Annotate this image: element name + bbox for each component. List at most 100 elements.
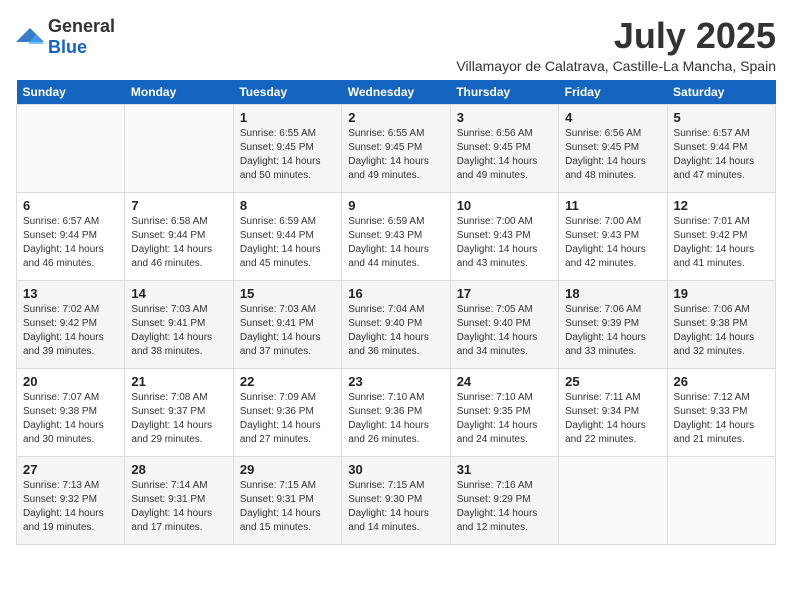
- day-cell: 5 Sunrise: 6:57 AMSunset: 9:44 PMDaylight…: [667, 104, 775, 192]
- day-number: 5: [674, 110, 769, 125]
- calendar-header: Sunday Monday Tuesday Wednesday Thursday…: [17, 80, 776, 105]
- header-row: Sunday Monday Tuesday Wednesday Thursday…: [17, 80, 776, 105]
- day-info: Sunrise: 7:04 AMSunset: 9:40 PMDaylight:…: [348, 303, 443, 359]
- day-number: 11: [565, 198, 660, 213]
- logo-blue: Blue: [48, 37, 87, 57]
- day-number: 23: [348, 374, 443, 389]
- day-number: 29: [240, 462, 335, 477]
- day-cell: 7 Sunrise: 6:58 AMSunset: 9:44 PMDaylight…: [125, 192, 233, 280]
- week-row-4: 20 Sunrise: 7:07 AMSunset: 9:38 PMDayligh…: [17, 368, 776, 456]
- day-info: Sunrise: 7:15 AMSunset: 9:31 PMDaylight:…: [240, 479, 335, 535]
- day-number: 19: [674, 286, 769, 301]
- page-header: General Blue July 2025 Villamayor de Cal…: [16, 16, 776, 74]
- day-cell: 4 Sunrise: 6:56 AMSunset: 9:45 PMDaylight…: [559, 104, 667, 192]
- day-cell: 9 Sunrise: 6:59 AMSunset: 9:43 PMDaylight…: [342, 192, 450, 280]
- day-number: 4: [565, 110, 660, 125]
- day-info: Sunrise: 6:56 AMSunset: 9:45 PMDaylight:…: [457, 127, 552, 183]
- logo: General Blue: [16, 16, 115, 58]
- logo-icon: [16, 26, 44, 48]
- day-number: 21: [131, 374, 226, 389]
- day-info: Sunrise: 7:09 AMSunset: 9:36 PMDaylight:…: [240, 391, 335, 447]
- day-info: Sunrise: 7:15 AMSunset: 9:30 PMDaylight:…: [348, 479, 443, 535]
- day-cell: 14 Sunrise: 7:03 AMSunset: 9:41 PMDayligh…: [125, 280, 233, 368]
- day-info: Sunrise: 7:07 AMSunset: 9:38 PMDaylight:…: [23, 391, 118, 447]
- day-number: 10: [457, 198, 552, 213]
- day-cell: [667, 456, 775, 544]
- day-cell: 20 Sunrise: 7:07 AMSunset: 9:38 PMDayligh…: [17, 368, 125, 456]
- day-cell: 8 Sunrise: 6:59 AMSunset: 9:44 PMDaylight…: [233, 192, 341, 280]
- day-number: 22: [240, 374, 335, 389]
- day-info: Sunrise: 6:58 AMSunset: 9:44 PMDaylight:…: [131, 215, 226, 271]
- day-number: 31: [457, 462, 552, 477]
- day-info: Sunrise: 6:56 AMSunset: 9:45 PMDaylight:…: [565, 127, 660, 183]
- day-info: Sunrise: 7:03 AMSunset: 9:41 PMDaylight:…: [131, 303, 226, 359]
- week-row-2: 6Sunrise: 6:57 AMSunset: 9:44 PMDaylight…: [17, 192, 776, 280]
- day-cell: [125, 104, 233, 192]
- logo-text: General Blue: [48, 16, 115, 58]
- day-info: Sunrise: 7:01 AMSunset: 9:42 PMDaylight:…: [674, 215, 769, 271]
- day-cell: 1 Sunrise: 6:55 AMSunset: 9:45 PMDaylight…: [233, 104, 341, 192]
- header-monday: Monday: [125, 80, 233, 105]
- day-cell: 31 Sunrise: 7:16 AMSunset: 9:29 PMDayligh…: [450, 456, 558, 544]
- day-number: 12: [674, 198, 769, 213]
- day-cell: 19Sunrise: 7:06 AMSunset: 9:38 PMDayligh…: [667, 280, 775, 368]
- day-cell: 13 Sunrise: 7:02 AMSunset: 9:42 PMDayligh…: [17, 280, 125, 368]
- day-number: 24: [457, 374, 552, 389]
- week-row-5: 27 Sunrise: 7:13 AMSunset: 9:32 PMDayligh…: [17, 456, 776, 544]
- day-cell: 30Sunrise: 7:15 AMSunset: 9:30 PMDayligh…: [342, 456, 450, 544]
- day-info: Sunrise: 7:13 AMSunset: 9:32 PMDaylight:…: [23, 479, 118, 535]
- header-thursday: Thursday: [450, 80, 558, 105]
- day-cell: 6Sunrise: 6:57 AMSunset: 9:44 PMDaylight…: [17, 192, 125, 280]
- day-cell: [559, 456, 667, 544]
- day-cell: 17Sunrise: 7:05 AMSunset: 9:40 PMDayligh…: [450, 280, 558, 368]
- day-info: Sunrise: 7:16 AMSunset: 9:29 PMDaylight:…: [457, 479, 552, 535]
- day-number: 27: [23, 462, 118, 477]
- day-number: 25: [565, 374, 660, 389]
- day-number: 13: [23, 286, 118, 301]
- day-number: 9: [348, 198, 443, 213]
- header-saturday: Saturday: [667, 80, 775, 105]
- day-number: 26: [674, 374, 769, 389]
- day-number: 3: [457, 110, 552, 125]
- day-number: 2: [348, 110, 443, 125]
- day-info: Sunrise: 7:12 AMSunset: 9:33 PMDaylight:…: [674, 391, 769, 447]
- logo-general: General: [48, 16, 115, 36]
- calendar-body: 1 Sunrise: 6:55 AMSunset: 9:45 PMDaylight…: [17, 104, 776, 544]
- day-cell: 16Sunrise: 7:04 AMSunset: 9:40 PMDayligh…: [342, 280, 450, 368]
- day-info: Sunrise: 7:14 AMSunset: 9:31 PMDaylight:…: [131, 479, 226, 535]
- day-number: 7: [131, 198, 226, 213]
- day-number: 8: [240, 198, 335, 213]
- header-tuesday: Tuesday: [233, 80, 341, 105]
- day-info: Sunrise: 7:05 AMSunset: 9:40 PMDaylight:…: [457, 303, 552, 359]
- day-number: 14: [131, 286, 226, 301]
- day-info: Sunrise: 7:10 AMSunset: 9:36 PMDaylight:…: [348, 391, 443, 447]
- day-cell: 2 Sunrise: 6:55 AMSunset: 9:45 PMDaylight…: [342, 104, 450, 192]
- day-info: Sunrise: 6:57 AMSunset: 9:44 PMDaylight:…: [674, 127, 769, 183]
- day-cell: 27 Sunrise: 7:13 AMSunset: 9:32 PMDayligh…: [17, 456, 125, 544]
- day-info: Sunrise: 7:00 AMSunset: 9:43 PMDaylight:…: [457, 215, 552, 271]
- day-info: Sunrise: 7:02 AMSunset: 9:42 PMDaylight:…: [23, 303, 118, 359]
- day-number: 28: [131, 462, 226, 477]
- day-cell: 24Sunrise: 7:10 AMSunset: 9:35 PMDayligh…: [450, 368, 558, 456]
- month-title: July 2025: [456, 16, 776, 56]
- day-info: Sunrise: 6:55 AMSunset: 9:45 PMDaylight:…: [240, 127, 335, 183]
- day-info: Sunrise: 6:57 AMSunset: 9:44 PMDaylight:…: [23, 215, 118, 271]
- day-info: Sunrise: 6:59 AMSunset: 9:44 PMDaylight:…: [240, 215, 335, 271]
- week-row-1: 1 Sunrise: 6:55 AMSunset: 9:45 PMDaylight…: [17, 104, 776, 192]
- location-title: Villamayor de Calatrava, Castille-La Man…: [456, 58, 776, 74]
- day-cell: 28 Sunrise: 7:14 AMSunset: 9:31 PMDayligh…: [125, 456, 233, 544]
- day-info: Sunrise: 7:03 AMSunset: 9:41 PMDaylight:…: [240, 303, 335, 359]
- day-number: 1: [240, 110, 335, 125]
- day-info: Sunrise: 6:59 AMSunset: 9:43 PMDaylight:…: [348, 215, 443, 271]
- day-info: Sunrise: 6:55 AMSunset: 9:45 PMDaylight:…: [348, 127, 443, 183]
- day-number: 15: [240, 286, 335, 301]
- header-friday: Friday: [559, 80, 667, 105]
- day-cell: 3 Sunrise: 6:56 AMSunset: 9:45 PMDaylight…: [450, 104, 558, 192]
- header-sunday: Sunday: [17, 80, 125, 105]
- day-cell: 22 Sunrise: 7:09 AMSunset: 9:36 PMDayligh…: [233, 368, 341, 456]
- day-cell: 25Sunrise: 7:11 AMSunset: 9:34 PMDayligh…: [559, 368, 667, 456]
- day-cell: 21Sunrise: 7:08 AMSunset: 9:37 PMDayligh…: [125, 368, 233, 456]
- day-cell: [17, 104, 125, 192]
- day-number: 20: [23, 374, 118, 389]
- header-wednesday: Wednesday: [342, 80, 450, 105]
